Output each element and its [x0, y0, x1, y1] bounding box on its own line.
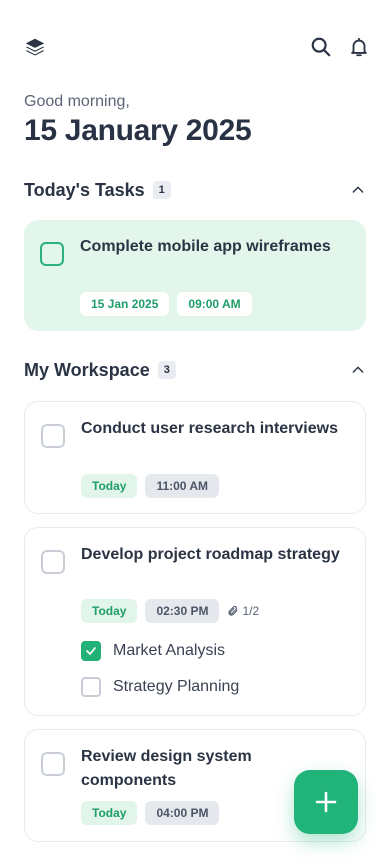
day-chip: Today [81, 599, 138, 623]
task-title: Conduct user research interviews [81, 420, 338, 437]
subtask-checkbox[interactable] [81, 677, 101, 697]
subtask-label: Market Analysis [113, 642, 226, 659]
time-chip: 02:30 PM [145, 599, 220, 623]
bell-icon[interactable] [348, 36, 370, 58]
day-chip: Today [81, 801, 138, 825]
search-icon[interactable] [310, 36, 332, 58]
workspace-header[interactable]: My Workspace 3 [24, 358, 366, 382]
task-checkbox[interactable] [41, 752, 65, 776]
section-title: My Workspace [24, 359, 150, 380]
task-title: Develop project roadmap strategy [81, 546, 340, 563]
day-chip: Today [81, 474, 138, 498]
task-checkbox[interactable] [40, 242, 64, 266]
task-title: Review design system components [81, 748, 252, 789]
count-badge: 3 [157, 361, 176, 379]
plus-icon [314, 790, 338, 814]
subtask-label: Strategy Planning [113, 678, 240, 695]
task-meta: Today 11:00 AM [81, 474, 220, 498]
date-chip: 15 Jan 2025 [80, 292, 170, 316]
task-meta: 15 Jan 2025 09:00 AM [80, 292, 252, 316]
top-bar-actions [310, 36, 370, 58]
task-card[interactable]: Complete mobile app wireframes 15 Jan 20… [24, 220, 366, 331]
time-chip: 09:00 AM [177, 292, 252, 316]
section-title: Today's Tasks [24, 179, 145, 200]
attachment-count: 1/2 [242, 604, 260, 618]
app-screen: Good morning, 15 January 2025 Today's Ta… [0, 0, 390, 866]
chevron-up-icon[interactable] [350, 182, 366, 198]
time-chip: 11:00 AM [145, 474, 220, 498]
count-badge: 1 [152, 181, 171, 199]
task-checkbox[interactable] [41, 550, 65, 574]
task-card[interactable]: Develop project roadmap strategy Today 0… [24, 527, 366, 716]
paperclip-icon [227, 605, 239, 617]
page-title: 15 January 2025 [24, 114, 252, 147]
todays-tasks-header[interactable]: Today's Tasks 1 [24, 178, 366, 202]
add-task-button[interactable] [294, 770, 358, 834]
subtask-checkbox[interactable] [81, 641, 101, 661]
chevron-up-icon[interactable] [350, 362, 366, 378]
top-bar [24, 34, 370, 60]
time-chip: 04:00 PM [145, 801, 220, 825]
attachments: 1/2 [227, 604, 259, 618]
layers-icon[interactable] [24, 36, 46, 58]
greeting-text: Good morning, [24, 93, 130, 110]
subtask-item[interactable]: Market Analysis [81, 641, 225, 661]
task-card[interactable]: Conduct user research interviews Today 1… [24, 401, 366, 514]
task-title: Complete mobile app wireframes [80, 238, 331, 255]
task-meta: Today 04:00 PM [81, 801, 220, 825]
task-meta: Today 02:30 PM 1/2 [81, 599, 259, 623]
subtask-item[interactable]: Strategy Planning [81, 677, 239, 697]
task-checkbox[interactable] [41, 424, 65, 448]
